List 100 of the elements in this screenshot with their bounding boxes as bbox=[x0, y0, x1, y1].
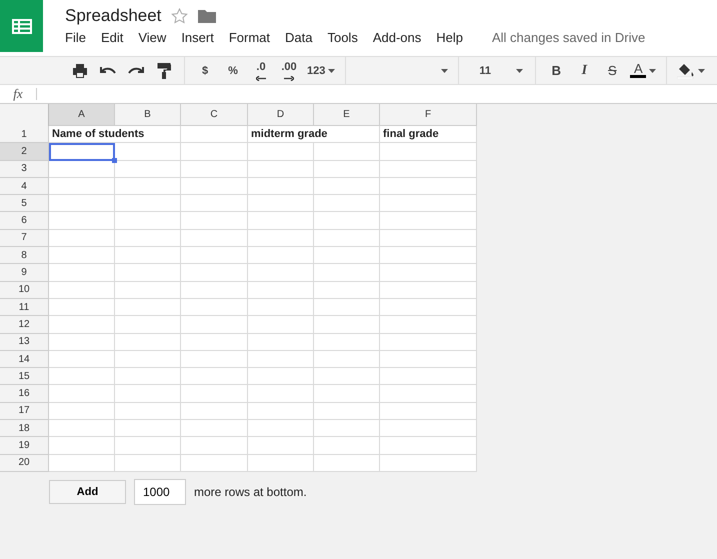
table-cell[interactable] bbox=[380, 402, 477, 420]
table-cell[interactable] bbox=[248, 454, 314, 472]
row-header[interactable]: 17 bbox=[0, 402, 49, 420]
bold-button[interactable]: B bbox=[544, 60, 568, 82]
table-cell[interactable] bbox=[314, 368, 380, 386]
table-cell[interactable] bbox=[49, 402, 115, 420]
table-cell[interactable] bbox=[314, 437, 380, 455]
row-header[interactable]: 6 bbox=[0, 212, 49, 230]
table-cell[interactable] bbox=[248, 334, 314, 351]
table-cell[interactable] bbox=[115, 230, 181, 248]
menu-item[interactable]: File bbox=[65, 30, 94, 45]
table-cell[interactable] bbox=[380, 212, 477, 230]
column-header[interactable]: C bbox=[181, 104, 248, 126]
table-cell[interactable] bbox=[181, 230, 248, 248]
decrease-decimal-button[interactable]: .0 bbox=[249, 60, 273, 82]
table-cell[interactable] bbox=[181, 143, 248, 161]
table-cell[interactable] bbox=[49, 350, 115, 368]
table-cell[interactable] bbox=[115, 298, 181, 316]
table-cell[interactable] bbox=[181, 437, 248, 455]
menu-item[interactable]: Format bbox=[228, 30, 278, 45]
table-cell[interactable] bbox=[248, 160, 314, 178]
table-cell[interactable] bbox=[115, 385, 181, 403]
table-cell[interactable] bbox=[314, 350, 380, 368]
column-header[interactable]: F bbox=[380, 104, 477, 126]
row-header[interactable]: 18 bbox=[0, 420, 49, 438]
table-cell[interactable] bbox=[380, 230, 477, 248]
table-cell[interactable] bbox=[248, 316, 314, 334]
table-cell[interactable] bbox=[314, 178, 380, 196]
table-cell[interactable] bbox=[380, 334, 477, 351]
table-cell[interactable] bbox=[49, 385, 115, 403]
table-cell[interactable] bbox=[181, 368, 248, 386]
row-count-field[interactable]: 1000 bbox=[134, 478, 186, 505]
row-header[interactable]: 20 bbox=[0, 454, 49, 472]
italic-button[interactable]: I bbox=[572, 60, 596, 82]
column-header[interactable]: D bbox=[248, 104, 314, 126]
table-cell[interactable] bbox=[380, 160, 477, 178]
row-header[interactable]: 8 bbox=[0, 247, 49, 264]
table-cell[interactable] bbox=[248, 420, 314, 438]
table-cell[interactable] bbox=[248, 247, 314, 264]
menu-item[interactable]: Edit bbox=[100, 30, 132, 45]
table-cell[interactable] bbox=[181, 402, 248, 420]
table-cell[interactable] bbox=[181, 126, 248, 144]
row-header[interactable]: 15 bbox=[0, 368, 49, 386]
table-cell[interactable]: midterm grade bbox=[248, 126, 380, 144]
table-cell[interactable] bbox=[49, 334, 115, 351]
table-cell[interactable]: final grade bbox=[380, 126, 477, 144]
table-cell[interactable] bbox=[248, 350, 314, 368]
row-header[interactable]: 16 bbox=[0, 385, 49, 403]
table-cell[interactable] bbox=[314, 334, 380, 351]
row-header[interactable]: 19 bbox=[0, 437, 49, 455]
sheets-logo[interactable] bbox=[0, 0, 43, 52]
table-cell[interactable] bbox=[248, 143, 314, 161]
table-cell[interactable] bbox=[49, 195, 115, 212]
table-cell[interactable] bbox=[248, 437, 314, 455]
table-cell[interactable] bbox=[115, 264, 181, 282]
row-header[interactable]: 10 bbox=[0, 282, 49, 299]
table-cell[interactable] bbox=[115, 368, 181, 386]
table-cell[interactable] bbox=[248, 264, 314, 282]
number-format-dropdown[interactable]: 123 bbox=[305, 60, 338, 82]
table-cell[interactable] bbox=[248, 282, 314, 299]
table-cell[interactable] bbox=[314, 282, 380, 299]
row-header[interactable]: 1 bbox=[0, 126, 49, 144]
fill-handle[interactable] bbox=[112, 158, 117, 163]
table-cell[interactable] bbox=[181, 316, 248, 334]
table-cell[interactable] bbox=[248, 212, 314, 230]
table-cell[interactable] bbox=[115, 178, 181, 196]
row-header[interactable]: 7 bbox=[0, 230, 49, 248]
table-cell[interactable] bbox=[380, 298, 477, 316]
table-cell[interactable] bbox=[181, 385, 248, 403]
table-cell[interactable] bbox=[380, 143, 477, 161]
selected-cell[interactable] bbox=[49, 143, 115, 161]
table-cell[interactable] bbox=[380, 385, 477, 403]
star-icon[interactable] bbox=[171, 8, 188, 24]
table-cell[interactable] bbox=[380, 350, 477, 368]
table-cell[interactable] bbox=[115, 143, 181, 161]
table-cell[interactable]: Name of students bbox=[49, 126, 181, 144]
table-cell[interactable] bbox=[380, 368, 477, 386]
table-cell[interactable] bbox=[380, 247, 477, 264]
table-cell[interactable] bbox=[115, 316, 181, 334]
table-cell[interactable] bbox=[380, 316, 477, 334]
table-cell[interactable] bbox=[380, 264, 477, 282]
table-cell[interactable] bbox=[314, 264, 380, 282]
column-header[interactable]: A bbox=[49, 104, 115, 126]
table-cell[interactable] bbox=[248, 402, 314, 420]
table-cell[interactable] bbox=[314, 230, 380, 248]
table-cell[interactable] bbox=[314, 195, 380, 212]
table-cell[interactable] bbox=[49, 454, 115, 472]
increase-decimal-button[interactable]: .00 bbox=[277, 60, 301, 82]
table-cell[interactable] bbox=[248, 230, 314, 248]
table-cell[interactable] bbox=[380, 437, 477, 455]
table-cell[interactable] bbox=[248, 298, 314, 316]
table-cell[interactable] bbox=[49, 230, 115, 248]
table-cell[interactable] bbox=[49, 316, 115, 334]
table-cell[interactable] bbox=[380, 282, 477, 299]
table-cell[interactable] bbox=[115, 247, 181, 264]
menu-item[interactable]: Data bbox=[285, 30, 320, 45]
table-cell[interactable] bbox=[181, 178, 248, 196]
table-cell[interactable] bbox=[115, 195, 181, 212]
table-cell[interactable] bbox=[181, 298, 248, 316]
table-cell[interactable] bbox=[49, 368, 115, 386]
